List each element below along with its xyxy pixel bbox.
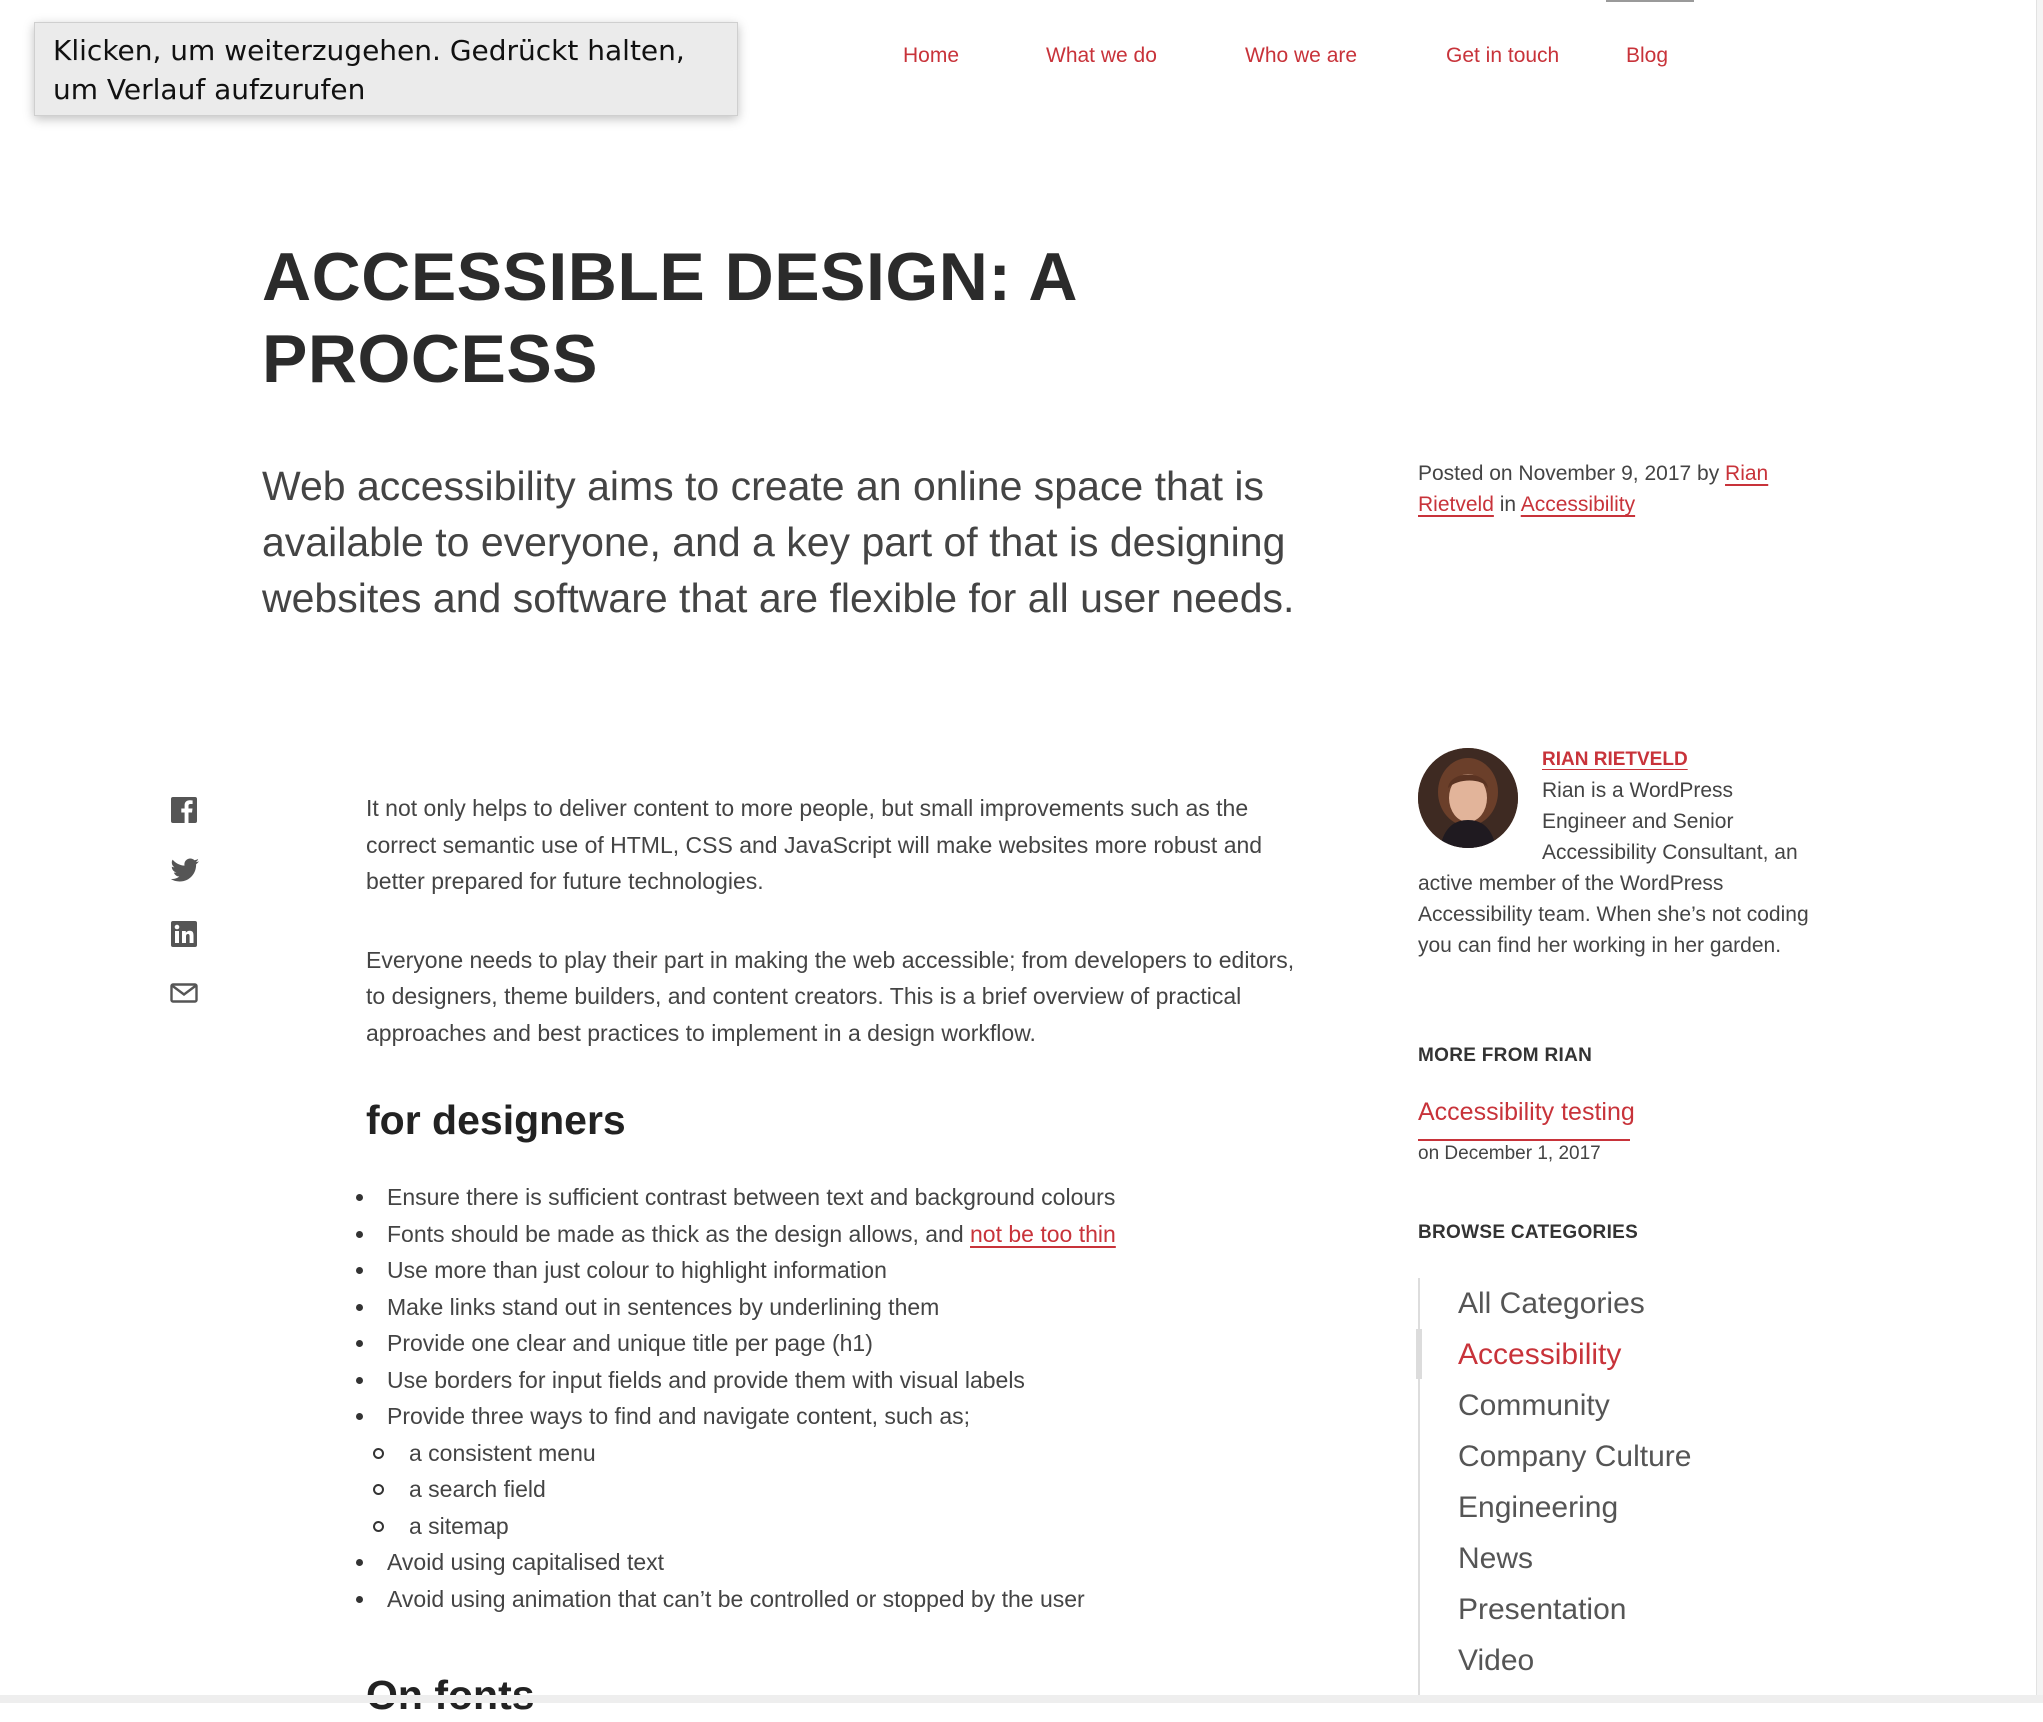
category-accessibility[interactable]: Accessibility — [1415, 1329, 1691, 1380]
posted-date-text: Posted on November 9, 2017 by — [1418, 462, 1726, 485]
linkedin-icon[interactable] — [170, 920, 198, 948]
category-community[interactable]: Community — [1420, 1380, 1691, 1431]
nav-get-in-touch[interactable]: Get in touch — [1446, 44, 1559, 68]
more-from-label: MORE FROM RIAN — [1418, 1045, 1593, 1066]
nav-active-indicator — [1606, 0, 1694, 2]
sub-list-item: a sitemap — [366, 1508, 1306, 1545]
list-item: Provide one clear and unique title per p… — [356, 1325, 1306, 1362]
category-all[interactable]: All Categories — [1420, 1278, 1691, 1329]
list-item: Use borders for input fields and provide… — [356, 1362, 1306, 1399]
designer-checklist: Ensure there is sufficient contrast betw… — [356, 1179, 1306, 1618]
nav-what-we-do[interactable]: What we do — [1046, 44, 1157, 68]
category-link[interactable]: Accessibility — [1521, 493, 1635, 516]
category-news[interactable]: News — [1420, 1533, 1691, 1584]
list-item: Fonts should be made as thick as the des… — [356, 1216, 1306, 1253]
category-presentation[interactable]: Presentation — [1420, 1584, 1691, 1635]
facebook-icon[interactable] — [170, 796, 198, 824]
nav-home[interactable]: Home — [903, 44, 959, 68]
list-item: Avoid using animation that can’t be cont… — [356, 1581, 1306, 1618]
article-intro: Web accessibility aims to create an onli… — [262, 463, 1295, 621]
category-company-culture[interactable]: Company Culture — [1420, 1431, 1691, 1482]
list-item: Provide three ways to find and navigate … — [356, 1398, 1306, 1435]
nav-who-we-are[interactable]: Who we are — [1245, 44, 1357, 68]
main-nav: Home What we do Who we are Get in touch … — [0, 0, 2043, 84]
page-title-line-2: PROCESS — [262, 321, 599, 397]
category-engineering[interactable]: Engineering — [1420, 1482, 1691, 1533]
nav-blog[interactable]: Blog — [1626, 44, 1668, 68]
mail-icon[interactable] — [170, 982, 198, 1010]
paragraph-2: Everyone needs to play their part in mak… — [366, 946, 1295, 1046]
article-body: It not only helps to deliver content to … — [356, 790, 1306, 1618]
category-list: All Categories Accessibility Community C… — [1415, 1278, 1691, 1698]
page-title: ACCESSIBLE DESIGN: A PROCESS — [262, 236, 1162, 400]
sub-list-item: a search field — [366, 1471, 1306, 1508]
twitter-icon[interactable] — [170, 858, 199, 886]
post-meta: Posted on November 9, 2017 by Rian Rietv… — [1418, 458, 1838, 520]
author-box: RIAN RIETVELD Rian is a WordPress Engine… — [1418, 748, 1818, 961]
category-video[interactable]: Video — [1420, 1635, 1691, 1686]
list-item-text: Fonts should be made as thick as the des… — [387, 1220, 971, 1247]
in-text: in — [1493, 493, 1521, 516]
browse-categories-label: BROWSE CATEGORIES — [1418, 1222, 1639, 1243]
window-bottom-edge — [0, 1695, 2043, 1703]
sub-list-item: a consistent menu — [366, 1435, 1306, 1472]
list-item: Ensure there is sufficient contrast betw… — [356, 1179, 1306, 1216]
page-title-line-1: ACCESSIBLE DESIGN: A — [262, 239, 1079, 315]
avatar[interactable] — [1418, 748, 1518, 848]
list-item: Use more than just colour to highlight i… — [356, 1252, 1306, 1289]
list-item: Avoid using capitalised text — [356, 1544, 1306, 1581]
share-bar — [170, 796, 200, 1044]
list-item: Make links stand out in sentences by und… — [356, 1289, 1306, 1326]
section-heading-designers: for designers — [366, 1097, 626, 1143]
not-too-thin-link[interactable]: not be too thin — [970, 1221, 1116, 1247]
more-post-date: on December 1, 2017 — [1418, 1139, 1630, 1165]
more-post-link[interactable]: Accessibility testing — [1418, 1098, 1635, 1127]
paragraph-1: It not only helps to deliver content to … — [366, 795, 1263, 894]
window-right-edge — [2036, 0, 2043, 1703]
